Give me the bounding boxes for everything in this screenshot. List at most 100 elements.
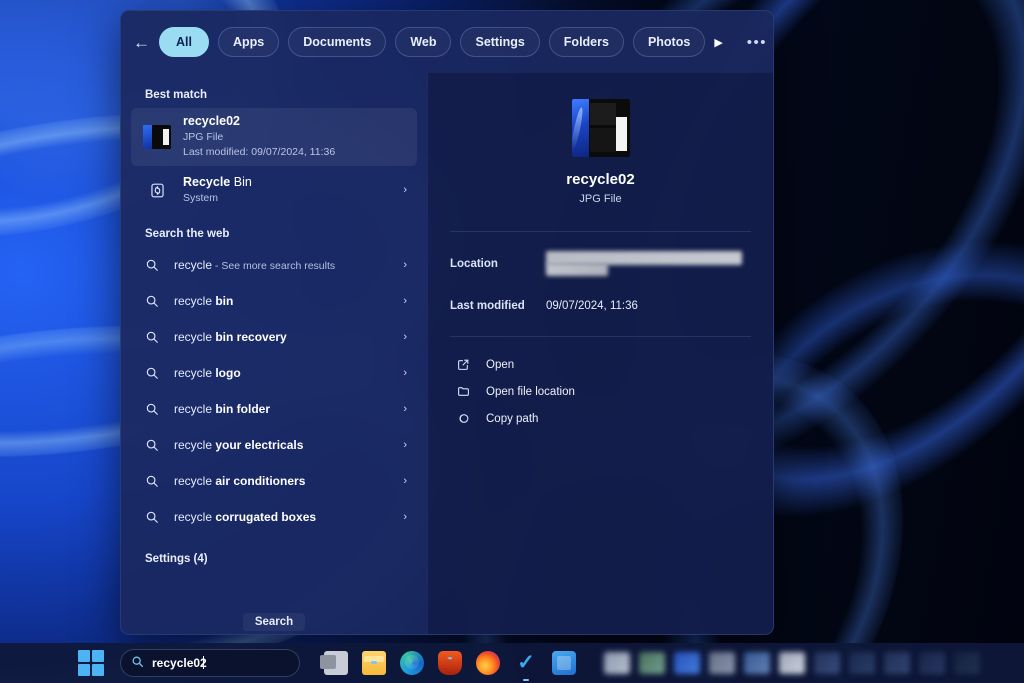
web-suggestion-row[interactable]: recycle bin ›	[131, 283, 417, 319]
web-suggestion-row[interactable]: recycle your electricals ›	[131, 427, 417, 463]
search-flyout: ← All Apps Documents Web Settings Folder…	[120, 10, 774, 635]
play-triangle-icon[interactable]: ▶	[714, 29, 722, 55]
blurred-icon[interactable]	[709, 652, 735, 674]
web-suggestion-label: recycle bin recovery	[174, 330, 384, 344]
chevron-right-icon[interactable]: ›	[397, 439, 407, 451]
settings-section-heading: Settings (4)	[121, 535, 427, 565]
web-suggestion-label: recycle bin folder	[174, 402, 384, 416]
desktop: ← All Apps Documents Web Settings Folder…	[0, 0, 1024, 683]
copy-icon	[454, 412, 472, 425]
chevron-right-icon[interactable]: ›	[397, 475, 407, 487]
blurred-icon[interactable]	[814, 652, 840, 674]
chevron-right-icon[interactable]: ›	[397, 295, 407, 307]
taskbar-app-icons: ✓	[324, 651, 576, 675]
action-label: Open	[486, 359, 514, 371]
filter-label: Photos	[648, 35, 690, 49]
redacted-location-value	[546, 251, 742, 277]
preview-file-name: recycle02	[450, 171, 751, 188]
chevron-right-icon[interactable]: ›	[397, 367, 407, 379]
preview-file-type: JPG File	[450, 193, 751, 205]
file-explorer-icon[interactable]	[362, 651, 386, 675]
brave-icon[interactable]	[438, 651, 462, 675]
search-icon	[143, 287, 161, 315]
chevron-right-icon[interactable]: ›	[397, 331, 407, 343]
filter-pill-apps[interactable]: Apps	[218, 27, 279, 57]
meta-row-location: Location	[450, 248, 751, 280]
blurred-icon[interactable]	[849, 652, 875, 674]
image-thumbnail-icon	[143, 123, 171, 151]
search-icon	[143, 503, 161, 531]
best-match-heading: Best match	[121, 79, 427, 108]
blurred-icon[interactable]	[744, 652, 770, 674]
web-suggestion-row[interactable]: recycle bin folder ›	[131, 391, 417, 427]
taskbar-search-box[interactable]: recycle02	[120, 649, 300, 677]
search-icon	[143, 431, 161, 459]
filter-pill-settings[interactable]: Settings	[460, 27, 539, 57]
search-the-web-heading: Search the web	[121, 214, 427, 247]
web-suggestion-label: recycle corrugated boxes	[174, 510, 384, 524]
search-icon	[143, 395, 161, 423]
filter-label: Apps	[233, 35, 264, 49]
action-open-file-location[interactable]: Open file location	[450, 378, 751, 405]
search-footer-label[interactable]: Search	[243, 613, 305, 631]
web-suggestion-label: recycle - See more search results	[174, 258, 384, 272]
windows-start-icon[interactable]	[78, 650, 104, 676]
blurred-icon[interactable]	[884, 652, 910, 674]
filter-pill-photos[interactable]: Photos	[633, 27, 705, 57]
best-match-result-row[interactable]: recycle02 JPG File Last modified: 09/07/…	[131, 108, 417, 166]
web-suggestion-row[interactable]: recycle bin recovery ›	[131, 319, 417, 355]
web-suggestion-row[interactable]: recycle corrugated boxes ›	[131, 499, 417, 535]
recycle-bin-sub: System	[183, 191, 385, 206]
web-suggestion-label: recycle bin	[174, 294, 384, 308]
web-suggestion-label: recycle your electricals	[174, 438, 384, 452]
taskbar-search-input[interactable]: recycle02	[152, 656, 207, 670]
chevron-right-icon[interactable]: ›	[397, 259, 407, 271]
folder-icon	[454, 385, 472, 398]
preview-thumbnail-wrap	[450, 91, 751, 157]
task-view-icon[interactable]	[324, 651, 348, 675]
results-column: Best match recycle02 JPG File Last modif…	[121, 73, 427, 634]
search-filter-bar: ← All Apps Documents Web Settings Folder…	[121, 11, 773, 73]
blurred-icon[interactable]	[954, 652, 980, 674]
chevron-right-icon[interactable]: ›	[397, 403, 407, 415]
action-label: Open file location	[486, 386, 575, 398]
blurred-icon[interactable]	[674, 652, 700, 674]
recycle-bin-result-row[interactable]: Recycle Bin System ›	[131, 166, 417, 214]
image-preview-thumbnail	[572, 99, 630, 157]
open-external-icon	[454, 358, 472, 371]
filter-pill-web[interactable]: Web	[395, 27, 451, 57]
action-label: Copy path	[486, 413, 538, 425]
search-icon	[143, 251, 161, 279]
filter-pill-all[interactable]: All	[159, 27, 209, 57]
search-icon	[143, 359, 161, 387]
blurred-icon[interactable]	[639, 652, 665, 674]
action-copy-path[interactable]: Copy path	[450, 405, 751, 432]
search-icon	[131, 655, 144, 671]
filter-label: Settings	[475, 35, 524, 49]
filter-label: Folders	[564, 35, 609, 49]
chevron-right-icon[interactable]: ›	[397, 184, 407, 196]
checkmark-icon[interactable]: ✓	[514, 651, 538, 675]
best-match-name: recycle02	[183, 113, 407, 130]
firefox-icon[interactable]	[476, 651, 500, 675]
back-arrow-icon[interactable]: ←	[133, 29, 150, 55]
blue-app-icon[interactable]	[552, 651, 576, 675]
edge-icon[interactable]	[400, 651, 424, 675]
action-open[interactable]: Open	[450, 351, 751, 378]
filter-label: Web	[410, 35, 436, 49]
meta-key: Last modified	[450, 300, 546, 312]
web-suggestion-row[interactable]: recycle air conditioners ›	[131, 463, 417, 499]
filter-pill-folders[interactable]: Folders	[549, 27, 624, 57]
blurred-icon[interactable]	[919, 652, 945, 674]
blurred-icon[interactable]	[779, 652, 805, 674]
web-suggestion-row[interactable]: recycle - See more search results ›	[131, 247, 417, 283]
filter-pill-documents[interactable]: Documents	[288, 27, 386, 57]
blurred-icon[interactable]	[604, 652, 630, 674]
preview-divider	[450, 231, 751, 232]
meta-key: Location	[450, 258, 546, 270]
search-body: Best match recycle02 JPG File Last modif…	[121, 73, 773, 634]
web-suggestion-row[interactable]: recycle logo ›	[131, 355, 417, 391]
taskbar: recycle02 ✓	[0, 643, 1024, 683]
chevron-right-icon[interactable]: ›	[397, 511, 407, 523]
more-options-icon[interactable]: •••	[741, 29, 773, 55]
